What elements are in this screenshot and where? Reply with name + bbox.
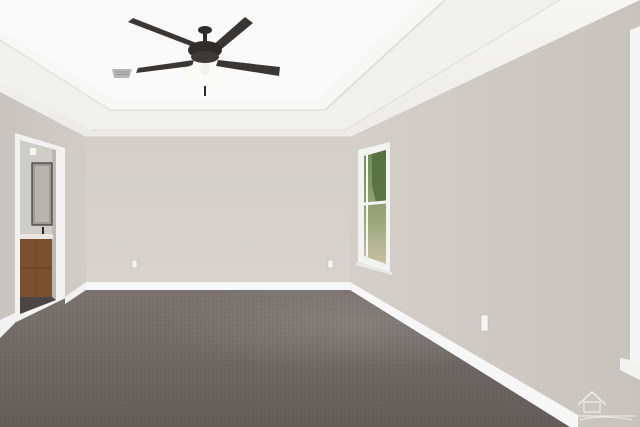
outlet-right-wall <box>480 314 489 332</box>
window <box>356 142 392 275</box>
vanity-light-icon <box>30 148 36 155</box>
back-wall <box>86 137 350 288</box>
outlet-back-wall-right <box>327 259 334 269</box>
bedroom-photo <box>0 0 640 427</box>
air-vent-icon <box>112 69 132 78</box>
fan-light-icon <box>185 65 201 85</box>
room-illustration <box>0 0 640 427</box>
bathroom-doorway <box>15 133 65 322</box>
outlet-back-wall <box>131 259 138 269</box>
